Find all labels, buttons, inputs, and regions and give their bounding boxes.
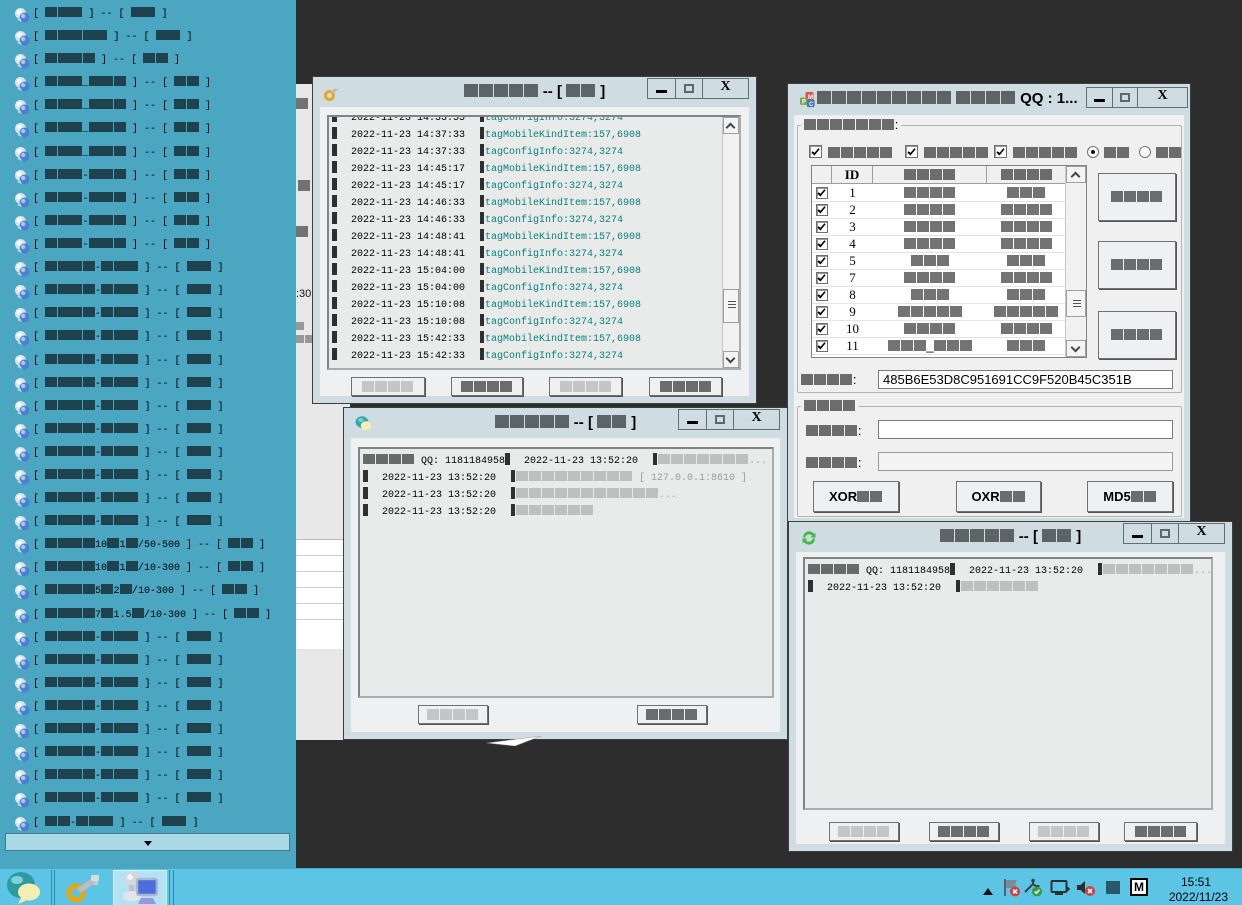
svg-text:C: C (809, 102, 814, 108)
svg-text:M: M (808, 95, 813, 101)
svg-text:P: P (802, 100, 806, 106)
